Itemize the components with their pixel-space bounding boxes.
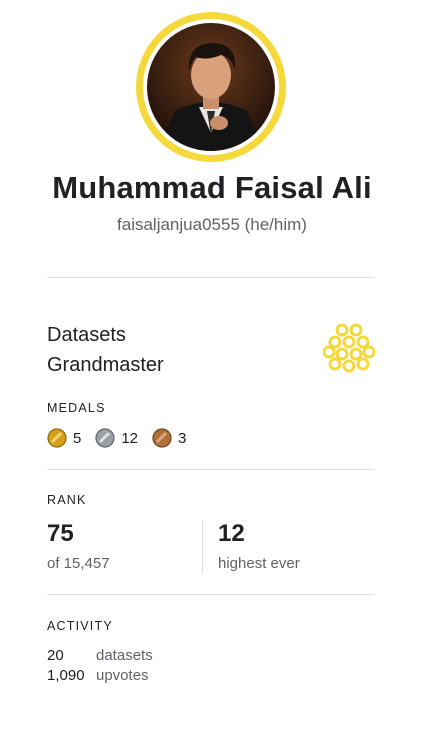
medals-label: MEDALS: [47, 401, 106, 415]
gold-medal-count: 5: [73, 429, 82, 447]
activity-upvotes[interactable]: 1,090 upvotes: [47, 667, 149, 684]
medals-row: 5 12 3: [47, 428, 200, 448]
gold-medal-icon: [47, 428, 67, 448]
divider: [47, 277, 374, 278]
bronze-medal[interactable]: 3: [152, 428, 186, 448]
avatar-border: [143, 19, 279, 155]
rank-label: RANK: [47, 493, 87, 507]
activity-datasets[interactable]: 20 datasets: [47, 647, 153, 664]
activity-type: datasets: [96, 647, 153, 664]
divider: [47, 594, 374, 595]
profile-avatar-ring: [136, 12, 286, 162]
bronze-medal-icon: [152, 428, 172, 448]
bronze-medal-count: 3: [178, 429, 187, 447]
avatar[interactable]: [147, 23, 275, 151]
tier-title: Datasets Grandmaster: [47, 320, 164, 380]
highest-rank: 12: [218, 520, 245, 547]
tier-category: Datasets: [47, 324, 126, 346]
profile-name: Muhammad Faisal Ali: [52, 170, 372, 205]
tier-level: Grandmaster: [47, 354, 164, 376]
gold-medal[interactable]: 5: [47, 428, 81, 448]
silver-medal-icon: [95, 428, 115, 448]
grandmaster-badge-icon: [323, 323, 375, 373]
divider: [47, 469, 374, 470]
activity-label: ACTIVITY: [47, 619, 113, 633]
silver-medal[interactable]: 12: [95, 428, 138, 448]
silver-medal-count: 12: [121, 429, 139, 447]
activity-count: 20: [47, 647, 64, 664]
rank-divider: [202, 520, 203, 574]
current-rank-total: of 15,457: [47, 555, 110, 572]
activity-type: upvotes: [96, 667, 149, 684]
highest-rank-label: highest ever: [218, 555, 300, 572]
current-rank: 75: [47, 520, 74, 547]
profile-handle: faisaljanjua0555 (he/him): [117, 215, 307, 234]
avatar-image: [147, 23, 275, 151]
activity-count: 1,090: [47, 667, 85, 684]
